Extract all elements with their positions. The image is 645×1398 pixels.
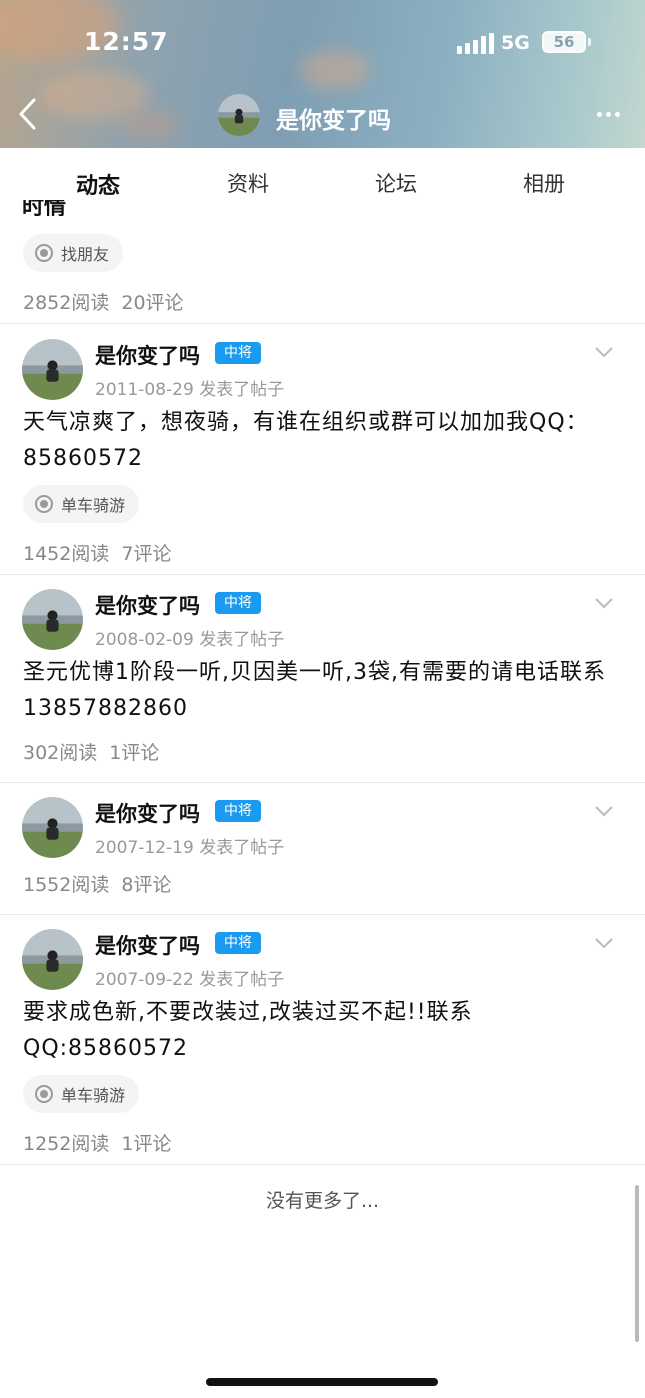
profile-header: 12:57 5G 56 是你变了吗 — [0, 0, 645, 148]
chevron-down-icon[interactable] — [594, 936, 614, 950]
avatar-image — [22, 339, 83, 400]
comment-count[interactable]: 8评论 — [121, 874, 171, 896]
topic-icon — [35, 1085, 53, 1103]
topic-icon — [35, 495, 53, 513]
topic-icon — [35, 244, 53, 262]
divider — [0, 1164, 645, 1165]
rank-badge: 中将 — [215, 932, 261, 954]
tag-label: 单车骑游 — [61, 1086, 126, 1105]
read-count: 1252阅读 — [23, 1133, 110, 1155]
read-count: 1552阅读 — [23, 874, 110, 896]
read-count: 2852阅读 — [23, 292, 110, 314]
end-of-list-text: 没有更多了... — [265, 1190, 380, 1212]
post-date: 2008-02-09 发表了帖子 — [95, 630, 285, 650]
comment-count[interactable]: 20评论 — [121, 292, 183, 314]
topic-tag[interactable]: 单车骑游 — [23, 485, 140, 523]
tab-album[interactable]: 相册 — [523, 168, 565, 198]
rank-badge: 中将 — [215, 592, 261, 614]
more-button[interactable] — [597, 104, 627, 124]
network-label: 5G — [501, 32, 530, 54]
battery-icon: 56 — [542, 31, 586, 53]
topic-tag[interactable]: 找朋友 — [23, 234, 124, 272]
post-stats: 1552阅读 8评论 — [23, 870, 183, 897]
post-author[interactable]: 是你变了吗 — [95, 340, 200, 370]
divider — [0, 323, 645, 324]
post-stats: 2852阅读 20评论 — [23, 288, 196, 315]
avatar[interactable] — [22, 339, 83, 400]
post-body[interactable]: 天气凉爽了，想夜骑，有谁在组织或群可以加加我QQ：85860572 — [23, 405, 623, 477]
post-author[interactable]: 是你变了吗 — [95, 798, 200, 828]
comment-count[interactable]: 1评论 — [109, 742, 159, 764]
scrollbar[interactable] — [635, 1185, 639, 1342]
tab-profile[interactable]: 资料 — [227, 168, 269, 198]
avatar-image — [22, 589, 83, 650]
chevron-down-icon[interactable] — [594, 804, 614, 818]
avatar[interactable] — [22, 589, 83, 650]
post-body-partial: 时情 — [22, 200, 67, 216]
avatar[interactable] — [218, 94, 260, 136]
status-time: 12:57 — [84, 27, 169, 56]
chevron-down-icon[interactable] — [594, 596, 614, 610]
post-body[interactable]: 要求成色新,不要改装过,改装过买不起!!联系QQ:85860572 — [23, 995, 623, 1067]
tab-bar: 动态 资料 论坛 相册 — [0, 148, 645, 212]
header-bg-cloud — [120, 110, 180, 140]
avatar-image — [22, 929, 83, 990]
back-button[interactable] — [14, 96, 44, 132]
post-date: 2011-08-29 发表了帖子 — [95, 380, 285, 400]
avatar-image — [22, 797, 83, 858]
post-date: 2007-09-22 发表了帖子 — [95, 970, 285, 990]
avatar[interactable] — [22, 797, 83, 858]
battery-tip — [588, 38, 591, 46]
tab-activity[interactable]: 动态 — [76, 168, 120, 200]
post-stats: 1452阅读 7评论 — [23, 539, 183, 566]
comment-count[interactable]: 7评论 — [121, 543, 171, 565]
avatar[interactable] — [22, 929, 83, 990]
topic-tag[interactable]: 单车骑游 — [23, 1075, 140, 1113]
post-author[interactable]: 是你变了吗 — [95, 590, 200, 620]
post-stats: 302阅读 1评论 — [23, 738, 171, 765]
avatar-image — [218, 94, 260, 136]
post-author[interactable]: 是你变了吗 — [95, 930, 200, 960]
rank-badge: 中将 — [215, 342, 261, 364]
chevron-down-icon[interactable] — [594, 345, 614, 359]
read-count: 302阅读 — [23, 742, 98, 764]
post-stats: 1252阅读 1评论 — [23, 1129, 183, 1156]
read-count: 1452阅读 — [23, 543, 110, 565]
tag-label: 单车骑游 — [61, 496, 126, 515]
post-body[interactable]: 圣元优博1阶段一听,贝因美一听,3袋,有需要的请电话联系13857882860 — [23, 655, 623, 727]
header-bg-cloud — [300, 50, 370, 90]
divider — [0, 914, 645, 915]
tab-forum[interactable]: 论坛 — [375, 168, 417, 198]
post-date: 2007-12-19 发表了帖子 — [95, 838, 285, 858]
comment-count[interactable]: 1评论 — [121, 1133, 171, 1155]
divider — [0, 782, 645, 783]
divider — [0, 574, 645, 575]
rank-badge: 中将 — [215, 800, 261, 822]
signal-icon — [457, 33, 494, 54]
page-title: 是你变了吗 — [276, 108, 391, 134]
tag-label: 找朋友 — [61, 245, 110, 264]
home-indicator[interactable] — [206, 1378, 438, 1386]
chevron-left-icon — [19, 98, 36, 130]
